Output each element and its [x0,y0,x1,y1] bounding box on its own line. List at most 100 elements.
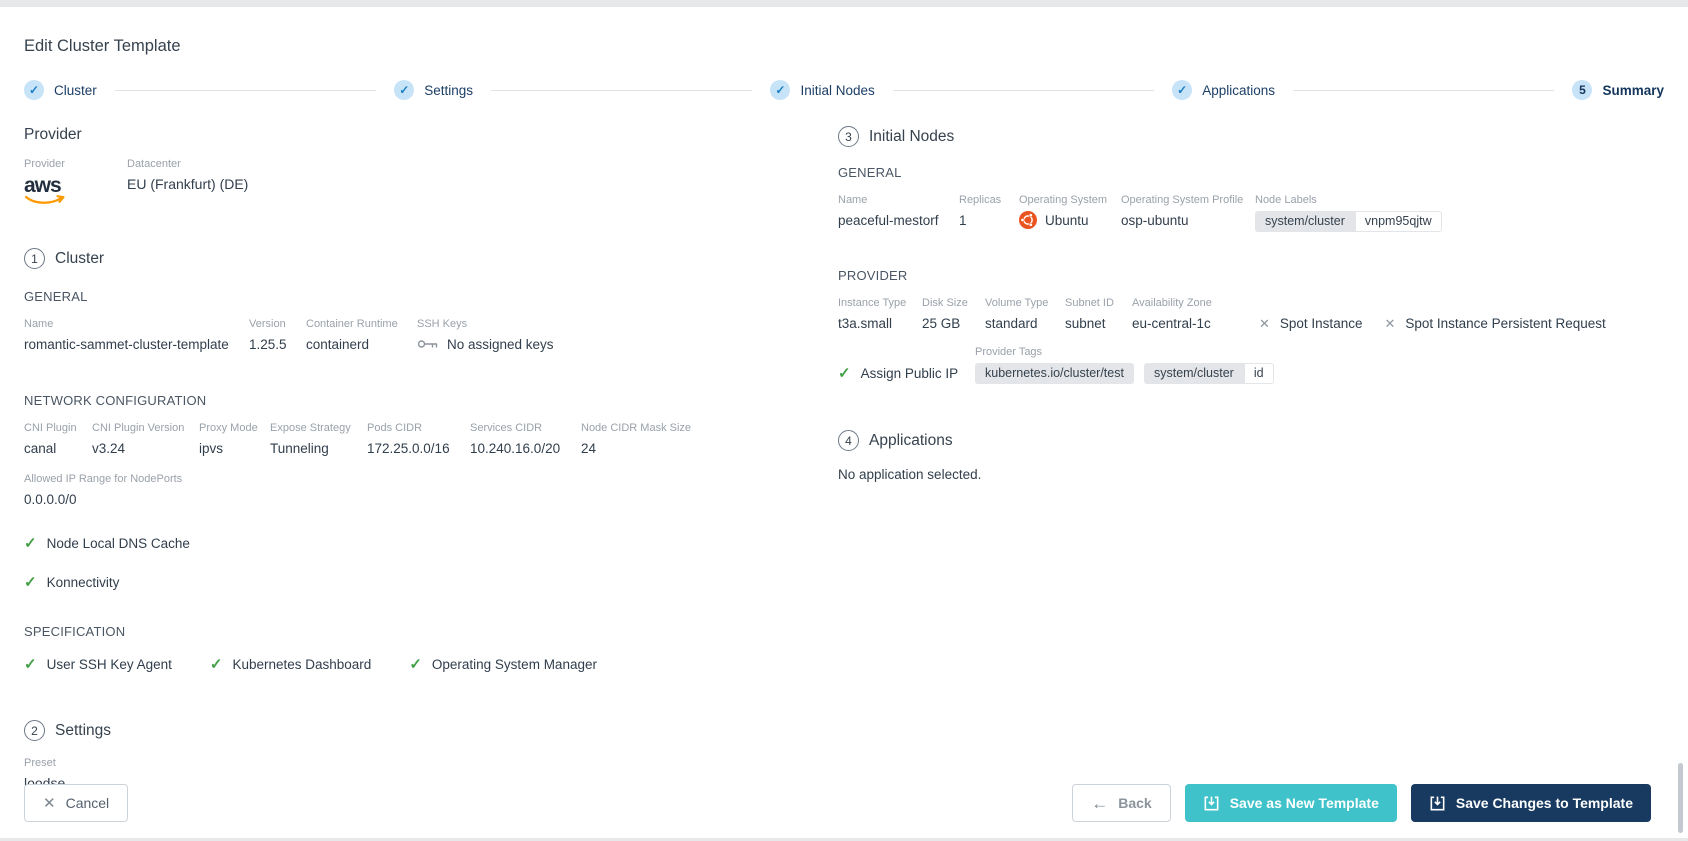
field-allowed-ip-range-label: Allowed IP Range for NodePorts [24,473,183,485]
step-done-check-icon: ✓ [24,80,44,100]
field-services-cidr-value: 10.240.16.0/20 [470,440,561,456]
node-label-key: system/cluster [1255,211,1355,232]
specification-subheading: SPECIFICATION [24,624,126,639]
nodes-provider-row-2: ✓ Assign Public IP Provider Tags kuberne… [838,346,1664,384]
cancel-button-label: Cancel [65,795,110,811]
aws-logo-text: aws [24,174,62,197]
section-provider-header: Provider [24,126,838,144]
cancel-button[interactable]: ✕ Cancel [24,784,129,822]
save-icon [1430,796,1445,810]
stepper-step-cluster[interactable]: ✓ Cluster [24,80,97,100]
field-disk-size: Disk Size 25 GB [922,297,985,332]
footer-actions: ← Back Save as New Template Save Changes… [1072,784,1651,822]
step-done-check-icon: ✓ [394,80,415,100]
provider-tag-key: system/cluster [1143,363,1244,384]
specification-row: ✓ User SSH Key Agent ✓ Kubernetes Dashbo… [24,657,838,672]
provider-tag-chip: kubernetes.io/cluster/test [975,363,1134,384]
unchecked-spot-persistent: ✕ Spot Instance Persistent Request [1384,316,1605,332]
key-icon [417,340,438,348]
field-provider: Provider aws [24,158,127,206]
step-label-initial-nodes: Initial Nodes [800,82,875,98]
step-done-check-icon: ✓ [770,80,791,100]
check-kubernetes-dashboard-label: Kubernetes Dashboard [232,657,372,672]
back-button-label: Back [1118,795,1152,811]
field-cluster-name-value: romantic-sammet-cluster-template [24,336,229,352]
field-cluster-version-value: 1.25.5 [249,336,287,352]
field-os-profile-value: osp-ubuntu [1121,212,1189,228]
field-disk-size-label: Disk Size [922,297,968,309]
field-volume-type-label: Volume Type [985,297,1049,309]
field-availability-zone-label: Availability Zone [1132,297,1212,309]
check-user-ssh-key-agent-label: User SSH Key Agent [46,657,172,672]
stepper-step-initial-nodes[interactable]: ✓ Initial Nodes [770,80,875,100]
back-button[interactable]: ← Back [1072,784,1171,822]
field-node-cidr-mask-value: 24 [581,440,597,456]
x-icon: ✕ [1384,316,1396,331]
check-icon: ✓ [209,656,223,673]
field-replicas-value: 1 [959,212,967,228]
stepper-step-settings[interactable]: ✓ Settings [394,80,473,100]
field-replicas-label: Replicas [959,194,1002,206]
field-cluster-name: Name romantic-sammet-cluster-template [24,318,249,353]
save-changes-to-template-button[interactable]: Save Changes to Template [1410,784,1651,822]
step-label-cluster: Cluster [54,82,97,98]
check-operating-system-manager: ✓ Operating System Manager [409,657,597,672]
section-applications-title: Applications [869,431,953,449]
field-preset-label: Preset [24,757,56,769]
field-cni-plugin-version-label: CNI Plugin Version [92,422,185,434]
field-node-cidr-mask: Node CIDR Mask Size 24 [581,422,691,457]
close-icon: ✕ [43,794,56,812]
check-icon: ✓ [409,656,422,673]
field-datacenter: Datacenter EU (Frankfurt) (DE) [127,158,248,193]
save-as-new-template-button[interactable]: Save as New Template [1184,784,1397,822]
section-number-badge: 1 [24,248,45,269]
check-icon: ✓ [838,365,851,382]
check-icon: ✓ [24,574,37,591]
network-config-subheading: NETWORK CONFIGURATION [24,393,207,408]
field-provider-tags: Provider Tags kubernetes.io/cluster/test… [975,346,1274,384]
section-number-badge: 3 [838,126,859,147]
edit-cluster-template-dialog: Edit Cluster Template ✓ Cluster ✓ Settin… [0,7,1688,838]
allowed-ip-row: Allowed IP Range for NodePorts 0.0.0.0/0 [24,473,838,508]
field-subnet-id: Subnet ID subnet [1065,297,1132,332]
check-assign-public-ip-label: Assign Public IP [860,366,959,381]
field-instance-type-value: t3a.small [838,315,893,331]
provider-tag-chip-pair: system/cluster id [1143,363,1274,384]
field-volume-type-value: standard [985,315,1038,331]
nodes-provider-row: Instance Type t3a.small Disk Size 25 GB … [838,297,1664,332]
check-assign-public-ip: ✓ Assign Public IP [838,366,975,384]
stepper-step-applications[interactable]: ✓ Applications [1172,80,1275,100]
scrollbar-thumb[interactable] [1678,763,1683,833]
unchecked-spot-instance-label: Spot Instance [1279,316,1363,331]
section-cluster-header: 1 Cluster [24,248,838,269]
aws-logo-icon: aws [24,174,66,206]
field-os-profile-label: Operating System Profile [1121,194,1244,206]
field-provider-label: Provider [24,158,65,170]
field-allowed-ip-range-value: 0.0.0.0/0 [24,491,77,507]
field-ssh-keys-label: SSH Keys [417,318,468,330]
field-proxy-mode-value: ipvs [199,440,224,456]
nodes-provider-subheading: PROVIDER [838,268,908,283]
nodes-general-subheading: GENERAL [838,165,902,180]
field-cni-plugin-value: canal [24,440,57,456]
stepper-connector [1293,89,1555,91]
section-number-badge: 2 [24,720,45,741]
section-number-badge: 4 [838,430,859,451]
step-label-applications: Applications [1202,82,1275,98]
field-pods-cidr: Pods CIDR 172.25.0.0/16 [367,422,470,457]
summary-columns: Provider Provider aws Datacenter EU (Fra… [24,100,1664,792]
field-replicas: Replicas 1 [959,194,1019,229]
stepper-connector [491,89,753,91]
network-config-row: CNI Plugin canal CNI Plugin Version v3.2… [24,422,838,457]
stepper-step-summary[interactable]: 5 Summary [1572,80,1664,100]
step-done-check-icon: ✓ [1172,80,1193,100]
page-title: Edit Cluster Template [24,37,181,55]
field-pods-cidr-value: 172.25.0.0/16 [367,440,450,456]
field-provider-tags-label: Provider Tags [975,346,1043,358]
section-settings-title: Settings [55,721,112,739]
check-konnectivity: ✓ Konnectivity [24,575,838,590]
field-node-name-value: peaceful-mestorf [838,212,939,228]
field-datacenter-value: EU (Frankfurt) (DE) [127,176,249,192]
field-cni-plugin-version: CNI Plugin Version v3.24 [92,422,199,457]
check-node-local-dns-cache: ✓ Node Local DNS Cache [24,536,838,551]
